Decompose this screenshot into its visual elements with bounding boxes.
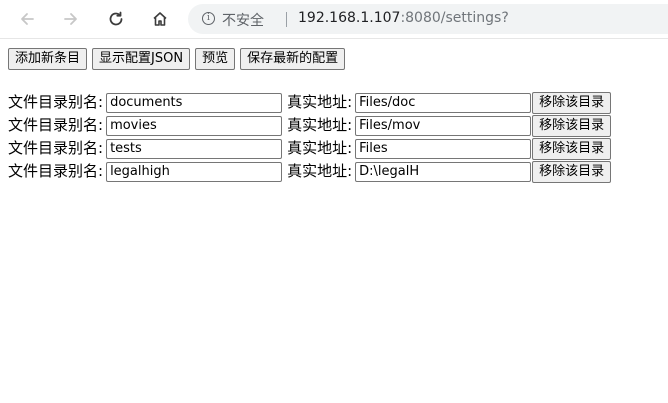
url-host: 192.168.1.107	[298, 10, 401, 26]
info-icon[interactable]: i	[202, 12, 215, 25]
url-text[interactable]: 192.168.1.107:8080/settings?	[298, 10, 509, 26]
alias-label: 文件目录别名:	[8, 162, 104, 180]
directory-row: 文件目录别名: 真实地址: 移除该目录	[8, 160, 612, 183]
alias-label: 文件目录别名:	[8, 116, 104, 134]
alias-input[interactable]	[106, 92, 283, 113]
directory-row: 文件目录别名: 真实地址: 移除该目录	[8, 137, 612, 160]
path-label: 真实地址:	[287, 93, 353, 111]
path-label: 真实地址:	[287, 162, 353, 180]
remove-directory-button[interactable]: 移除该目录	[532, 160, 612, 183]
home-icon[interactable]	[147, 6, 173, 32]
directory-row: 文件目录别名: 真实地址: 移除该目录	[8, 114, 612, 137]
show-json-button[interactable]: 显示配置JSON	[92, 48, 191, 70]
alias-label: 文件目录别名:	[8, 139, 104, 157]
preview-button[interactable]: 预览	[195, 48, 236, 70]
path-label: 真实地址:	[287, 139, 353, 157]
directory-list: 文件目录别名: 真实地址: 移除该目录 文件目录别名: 真实地址: 移除该目录 …	[8, 91, 612, 183]
reload-icon[interactable]	[103, 6, 129, 32]
forward-arrow-icon[interactable]	[58, 6, 84, 32]
address-bar[interactable]: i 不安全 192.168.1.107:8080/settings?	[188, 4, 668, 34]
path-input[interactable]	[355, 115, 532, 136]
browser-toolbar: i 不安全 192.168.1.107:8080/settings?	[0, 0, 668, 39]
remove-directory-button[interactable]: 移除该目录	[532, 114, 612, 137]
path-label: 真实地址:	[287, 116, 353, 134]
path-input[interactable]	[355, 138, 532, 159]
save-config-button[interactable]: 保存最新的配置	[240, 48, 346, 70]
directory-row: 文件目录别名: 真实地址: 移除该目录	[8, 91, 612, 114]
back-arrow-icon[interactable]	[14, 6, 40, 32]
path-input[interactable]	[355, 161, 532, 182]
add-entry-button[interactable]: 添加新条目	[8, 48, 88, 70]
alias-input[interactable]	[106, 138, 283, 159]
address-divider	[286, 12, 287, 27]
path-input[interactable]	[355, 92, 532, 113]
url-path: :8080/settings?	[400, 10, 509, 26]
security-label[interactable]: 不安全	[222, 10, 264, 30]
remove-directory-button[interactable]: 移除该目录	[532, 137, 612, 160]
alias-input[interactable]	[106, 161, 283, 182]
remove-directory-button[interactable]: 移除该目录	[532, 91, 612, 114]
alias-label: 文件目录别名:	[8, 93, 104, 111]
alias-input[interactable]	[106, 115, 283, 136]
settings-toolbar: 添加新条目 显示配置JSON 预览 保存最新的配置	[8, 48, 346, 70]
